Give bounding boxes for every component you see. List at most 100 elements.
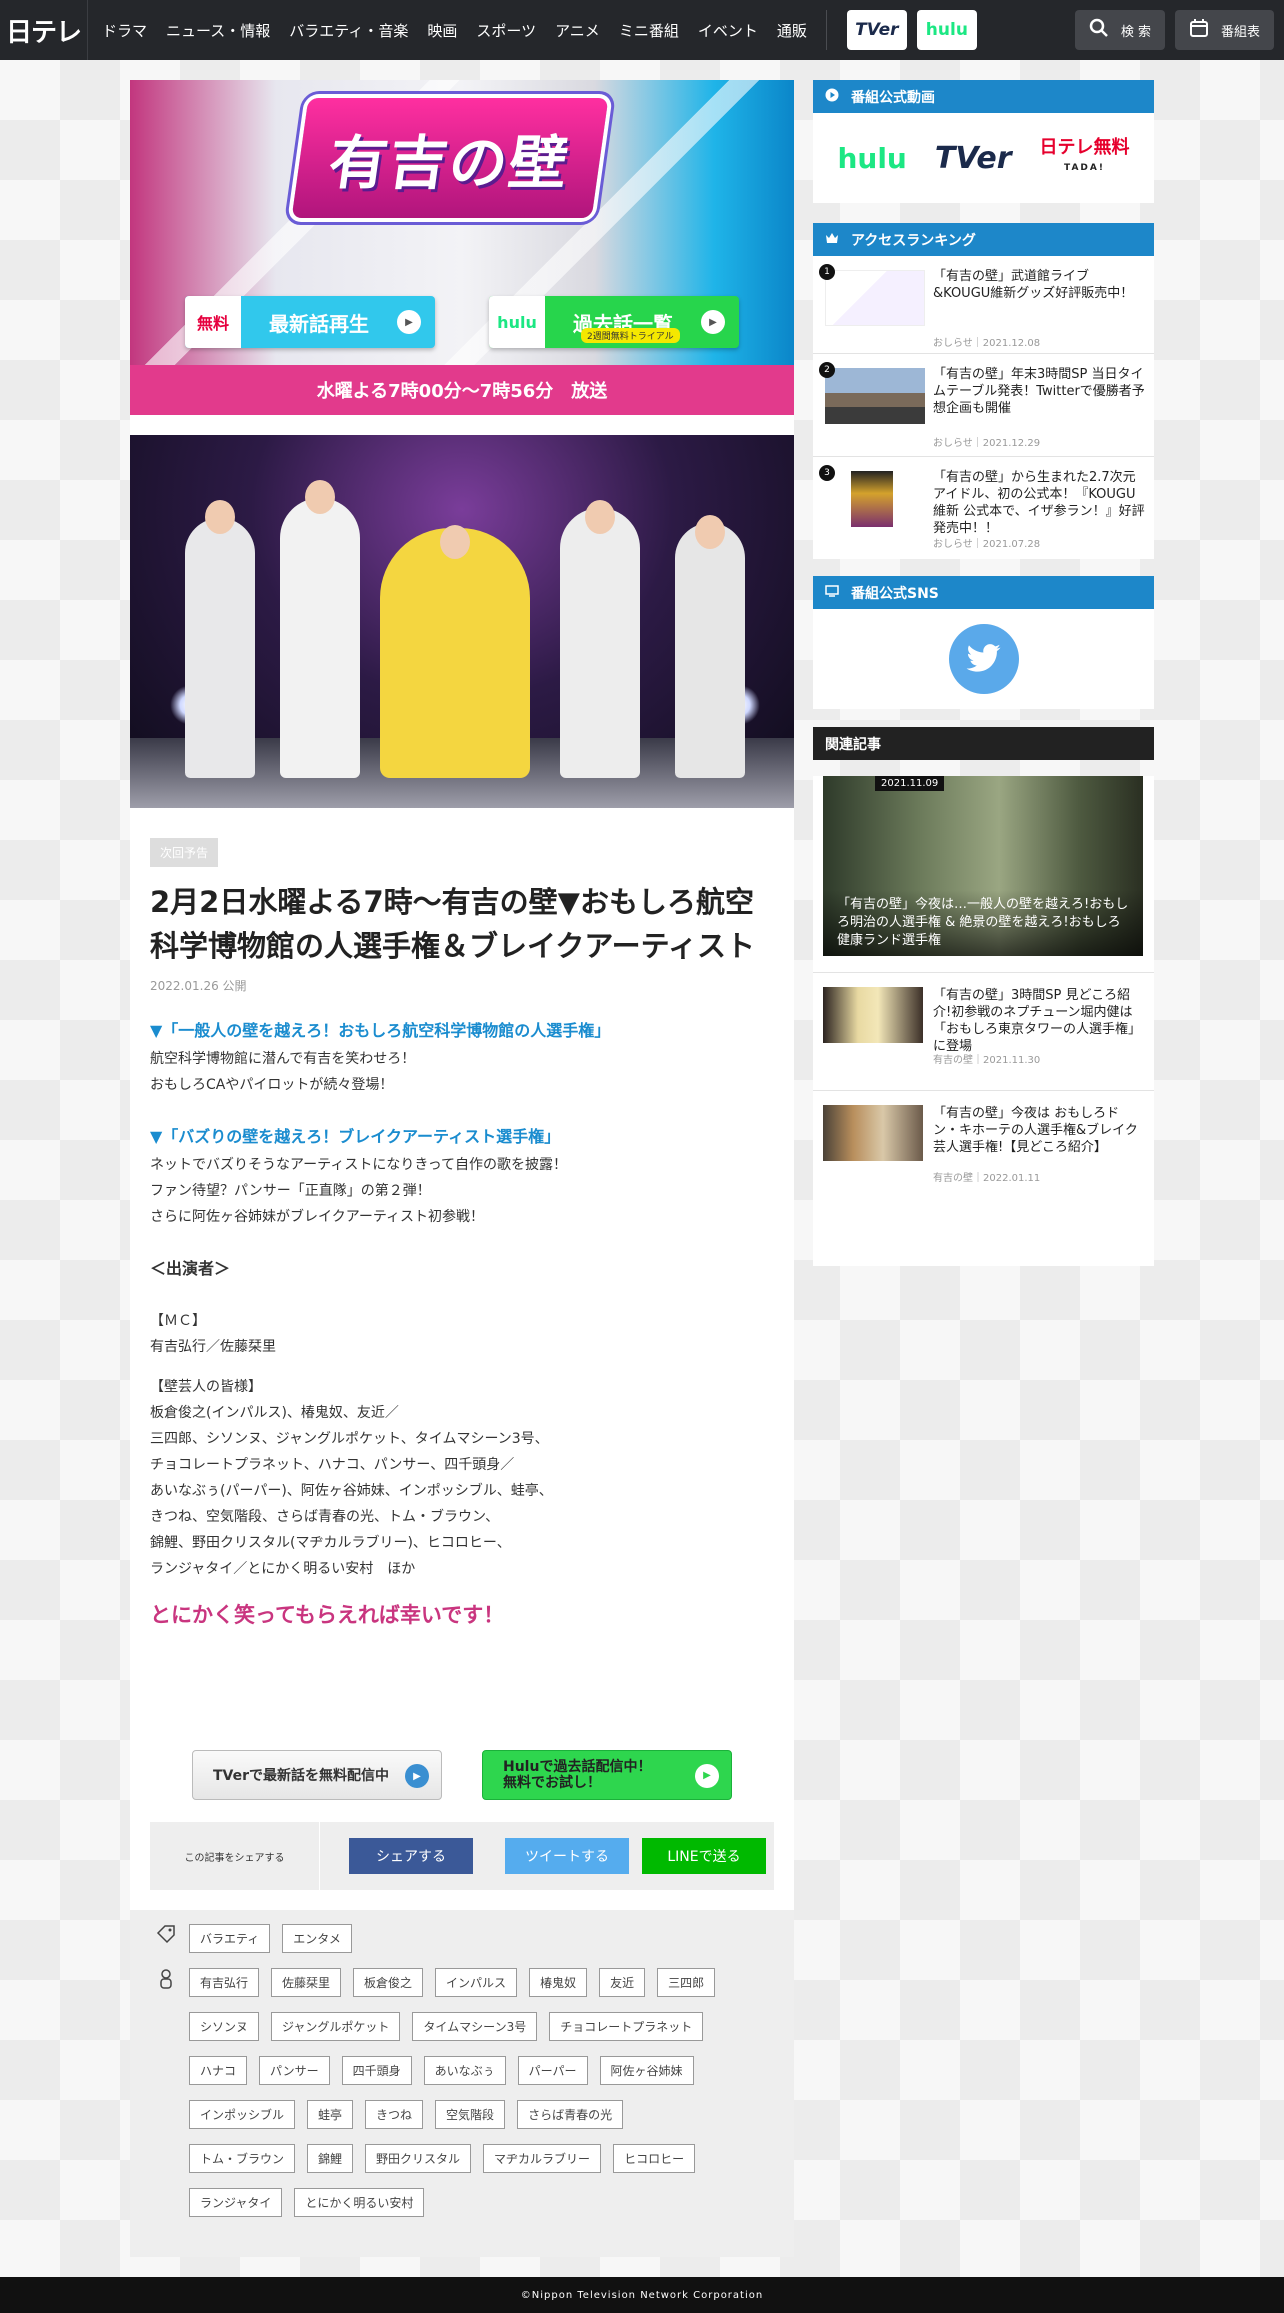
nav-variety[interactable]: バラエティ・音楽 bbox=[289, 20, 408, 41]
person-tag[interactable]: 蛙亭 bbox=[307, 2100, 354, 2129]
tver-cta-button[interactable]: TVerで最新話を無料配信中 ▶ bbox=[192, 1750, 442, 1800]
person-tag[interactable]: とにかく明るい安村 bbox=[294, 2188, 425, 2217]
ntv-free-logo-link[interactable]: 日テレ無料 TADA! bbox=[1040, 138, 1130, 178]
person-tag[interactable]: ヒコロヒー bbox=[613, 2144, 696, 2173]
people-tag-row: インポッシブル 蛙亭 きつね 空気階段 さらば青春の光 bbox=[189, 2100, 635, 2129]
person-tag[interactable]: 板倉俊之 bbox=[353, 1968, 424, 1997]
hulu-button[interactable]: hulu bbox=[916, 10, 977, 50]
tag-icon bbox=[156, 1924, 176, 1949]
related-article-item[interactable]: 「有吉の壁」3時間SP 見どころ紹介!初参戦のネプチューン堀内健は「おもしろ東京… bbox=[813, 972, 1154, 1090]
performer-head bbox=[205, 500, 235, 534]
related-meta: 有吉の壁｜2022.01.11 bbox=[933, 1173, 1041, 1184]
sidebar-ranking: アクセスランキング 1 「有吉の壁」武道館ライブ&KOUGU維新グッズ好評販売中… bbox=[813, 223, 1154, 559]
person-tag[interactable]: 空気階段 bbox=[435, 2100, 506, 2129]
hulu-cta-button[interactable]: Huluで過去話配信中！ 無料でお試し！ ▶ bbox=[482, 1750, 732, 1800]
person-tag[interactable]: インポッシブル bbox=[189, 2100, 296, 2129]
ranking-item[interactable]: 3 「有吉の壁」から生まれた2.7次元アイドル、初の公式本！『KOUGU維新 公… bbox=[813, 457, 1154, 559]
genre-tag[interactable]: エンタメ bbox=[282, 1924, 352, 1953]
related-date-chip: 2021.11.09 bbox=[875, 776, 945, 791]
trial-badge: 2週間無料トライアル bbox=[581, 328, 680, 343]
tver-logo-link[interactable]: TVer bbox=[935, 141, 1012, 176]
genre-tag-row: バラエティ エンタメ bbox=[189, 1924, 364, 1953]
related-featured-article[interactable]: 2021.11.09 「有吉の壁」今夜は…一般人の壁を越えろ!おもしろ明治の人選… bbox=[823, 776, 1143, 956]
closing-message: とにかく笑ってもらえれば幸いです！ bbox=[150, 1603, 505, 1627]
person-tag[interactable]: インパルス bbox=[435, 1968, 518, 1997]
person-tag[interactable]: パーパー bbox=[517, 2056, 588, 2085]
person-tag[interactable]: シソンヌ bbox=[189, 2012, 260, 2041]
article-body: ▼「一般人の壁を越えろ！おもしろ航空科学博物館の人選手権」 航空科学博物館に潜ん… bbox=[150, 1018, 780, 1628]
nav-anime[interactable]: アニメ bbox=[555, 20, 600, 41]
person-tag[interactable]: きつね bbox=[365, 2100, 424, 2129]
tag-area: バラエティ エンタメ 有吉弘行 佐藤栞里 板倉俊之 インパルス 椿鬼奴 友近 三… bbox=[130, 1910, 794, 2257]
free-tag: 無料 bbox=[185, 296, 241, 348]
person-tag[interactable]: ランジャタイ bbox=[189, 2188, 283, 2217]
ranking-list: 1 「有吉の壁」武道館ライブ&KOUGU維新グッズ好評販売中！ おしらせ｜202… bbox=[813, 256, 1154, 559]
people-tag-row: シソンヌ ジャングルポケット タイムマシーン3号 チョコレートプラネット bbox=[189, 2012, 715, 2041]
ranking-section-title: アクセスランキング bbox=[851, 232, 976, 249]
monitor-icon bbox=[825, 585, 839, 600]
person-tag[interactable]: 野田クリスタル bbox=[365, 2144, 472, 2173]
related-thumbnail bbox=[823, 1105, 923, 1161]
sidebar-related: 関連記事 2021.11.09 「有吉の壁」今夜は…一般人の壁を越えろ!おもしろ… bbox=[813, 727, 1154, 1266]
program-logo-text: 有吉の壁 bbox=[324, 129, 575, 197]
person-tag[interactable]: ハナコ bbox=[189, 2056, 248, 2085]
ntv-logo[interactable]: 日テレ bbox=[0, 0, 88, 60]
genre-tag[interactable]: バラエティ bbox=[189, 1924, 271, 1953]
facebook-share-button[interactable]: シェアする bbox=[349, 1838, 473, 1874]
program-logo: 有吉の壁 bbox=[291, 98, 609, 218]
person-tag[interactable]: パンサー bbox=[259, 2056, 330, 2085]
person-tag[interactable]: トム・ブラウン bbox=[189, 2144, 296, 2173]
ranking-thumbnail bbox=[825, 270, 925, 326]
play-circle-icon bbox=[825, 88, 839, 105]
sidebar-video: 番組公式動画 hulu TVer 日テレ無料 TADA! bbox=[813, 80, 1154, 203]
nav-mini[interactable]: ミニ番組 bbox=[619, 20, 679, 41]
nav-movie[interactable]: 映画 bbox=[427, 20, 457, 41]
nav-shopping[interactable]: 通販 bbox=[777, 20, 807, 41]
search-button[interactable]: 検 索 bbox=[1074, 10, 1165, 50]
performer-figure bbox=[185, 518, 255, 778]
person-tag[interactable]: さらば青春の光 bbox=[517, 2100, 624, 2129]
person-tag[interactable]: 阿佐ヶ谷姉妹 bbox=[599, 2056, 694, 2085]
video-section-title: 番組公式動画 bbox=[851, 89, 935, 106]
ntv-free-logo-text: 日テレ無料 bbox=[1039, 137, 1130, 158]
person-tag[interactable]: 錦鯉 bbox=[307, 2144, 354, 2173]
calendar-icon bbox=[1189, 18, 1209, 42]
global-nav: ドラマ ニュース・情報 バラエティ・音楽 映画 スポーツ アニメ ミニ番組 イベ… bbox=[88, 0, 977, 60]
person-tag[interactable]: 佐藤栞里 bbox=[271, 1968, 342, 1997]
person-tag[interactable]: タイムマシーン3号 bbox=[412, 2012, 538, 2041]
ranking-item[interactable]: 1 「有吉の壁」武道館ライブ&KOUGU維新グッズ好評販売中！ おしらせ｜202… bbox=[813, 256, 1154, 354]
past-episodes-button[interactable]: hulu 過去話一覧 2週間無料トライアル ▶ bbox=[489, 296, 739, 348]
cast-line: チョコレートプラネット、ハナコ、パンサー、四千頭身／ bbox=[150, 1457, 515, 1473]
twitter-icon[interactable] bbox=[948, 624, 1019, 694]
hulu-logo-link[interactable]: hulu bbox=[837, 142, 906, 175]
crown-icon bbox=[825, 232, 839, 247]
article-headline: 2月2日水曜よる7時～有吉の壁▼おもしろ航空科学博物館の人選手権＆ブレイクアーテ… bbox=[150, 885, 755, 963]
play-icon: ▶ bbox=[397, 310, 421, 334]
nav-event[interactable]: イベント bbox=[698, 20, 758, 41]
ranking-thumbnail bbox=[825, 368, 925, 424]
airtime-banner: 水曜よる7時00分～7時56分 放送 bbox=[130, 365, 794, 415]
nav-sports[interactable]: スポーツ bbox=[476, 20, 536, 41]
related-article-item[interactable]: 「有吉の壁」今夜は おもしろドン・キホーテの人選手権&ブレイク芸人選手権!【見ど… bbox=[813, 1090, 1154, 1208]
rank-number: 1 bbox=[819, 264, 835, 280]
related-thumbnail bbox=[823, 987, 923, 1043]
tver-button[interactable]: TVer bbox=[846, 10, 907, 50]
nav-news[interactable]: ニュース・情報 bbox=[166, 20, 270, 41]
person-tag[interactable]: 椿鬼奴 bbox=[529, 1968, 588, 1997]
person-tag[interactable]: マヂカルラブリー bbox=[483, 2144, 602, 2173]
person-tag[interactable]: 三四郎 bbox=[657, 1968, 716, 1997]
schedule-button[interactable]: 番組表 bbox=[1174, 10, 1274, 50]
mc-names: 有吉弘行／佐藤栞里 bbox=[150, 1339, 276, 1355]
person-tag[interactable]: チョコレートプラネット bbox=[549, 2012, 704, 2041]
twitter-share-button[interactable]: ツイートする bbox=[505, 1838, 629, 1874]
person-tag[interactable]: 友近 bbox=[599, 1968, 646, 1997]
person-tag[interactable]: 四千頭身 bbox=[341, 2056, 412, 2085]
latest-episode-button[interactable]: 無料 最新話再生 ▶ bbox=[185, 296, 435, 348]
person-tag[interactable]: 有吉弘行 bbox=[189, 1968, 260, 1997]
cast-line: あいなぶぅ(パーパー)、阿佐ヶ谷姉妹、インポッシブル、蛙亭、 bbox=[150, 1483, 553, 1499]
person-tag[interactable]: あいなぶぅ bbox=[423, 2056, 506, 2085]
ranking-item[interactable]: 2 「有吉の壁」年末3時間SP 当日タイムテーブル発表！Twitterで優勝者予… bbox=[813, 354, 1154, 457]
person-tag[interactable]: ジャングルポケット bbox=[271, 2012, 401, 2041]
nav-drama[interactable]: ドラマ bbox=[102, 20, 147, 41]
line-share-button[interactable]: LINEで送る bbox=[642, 1838, 766, 1874]
